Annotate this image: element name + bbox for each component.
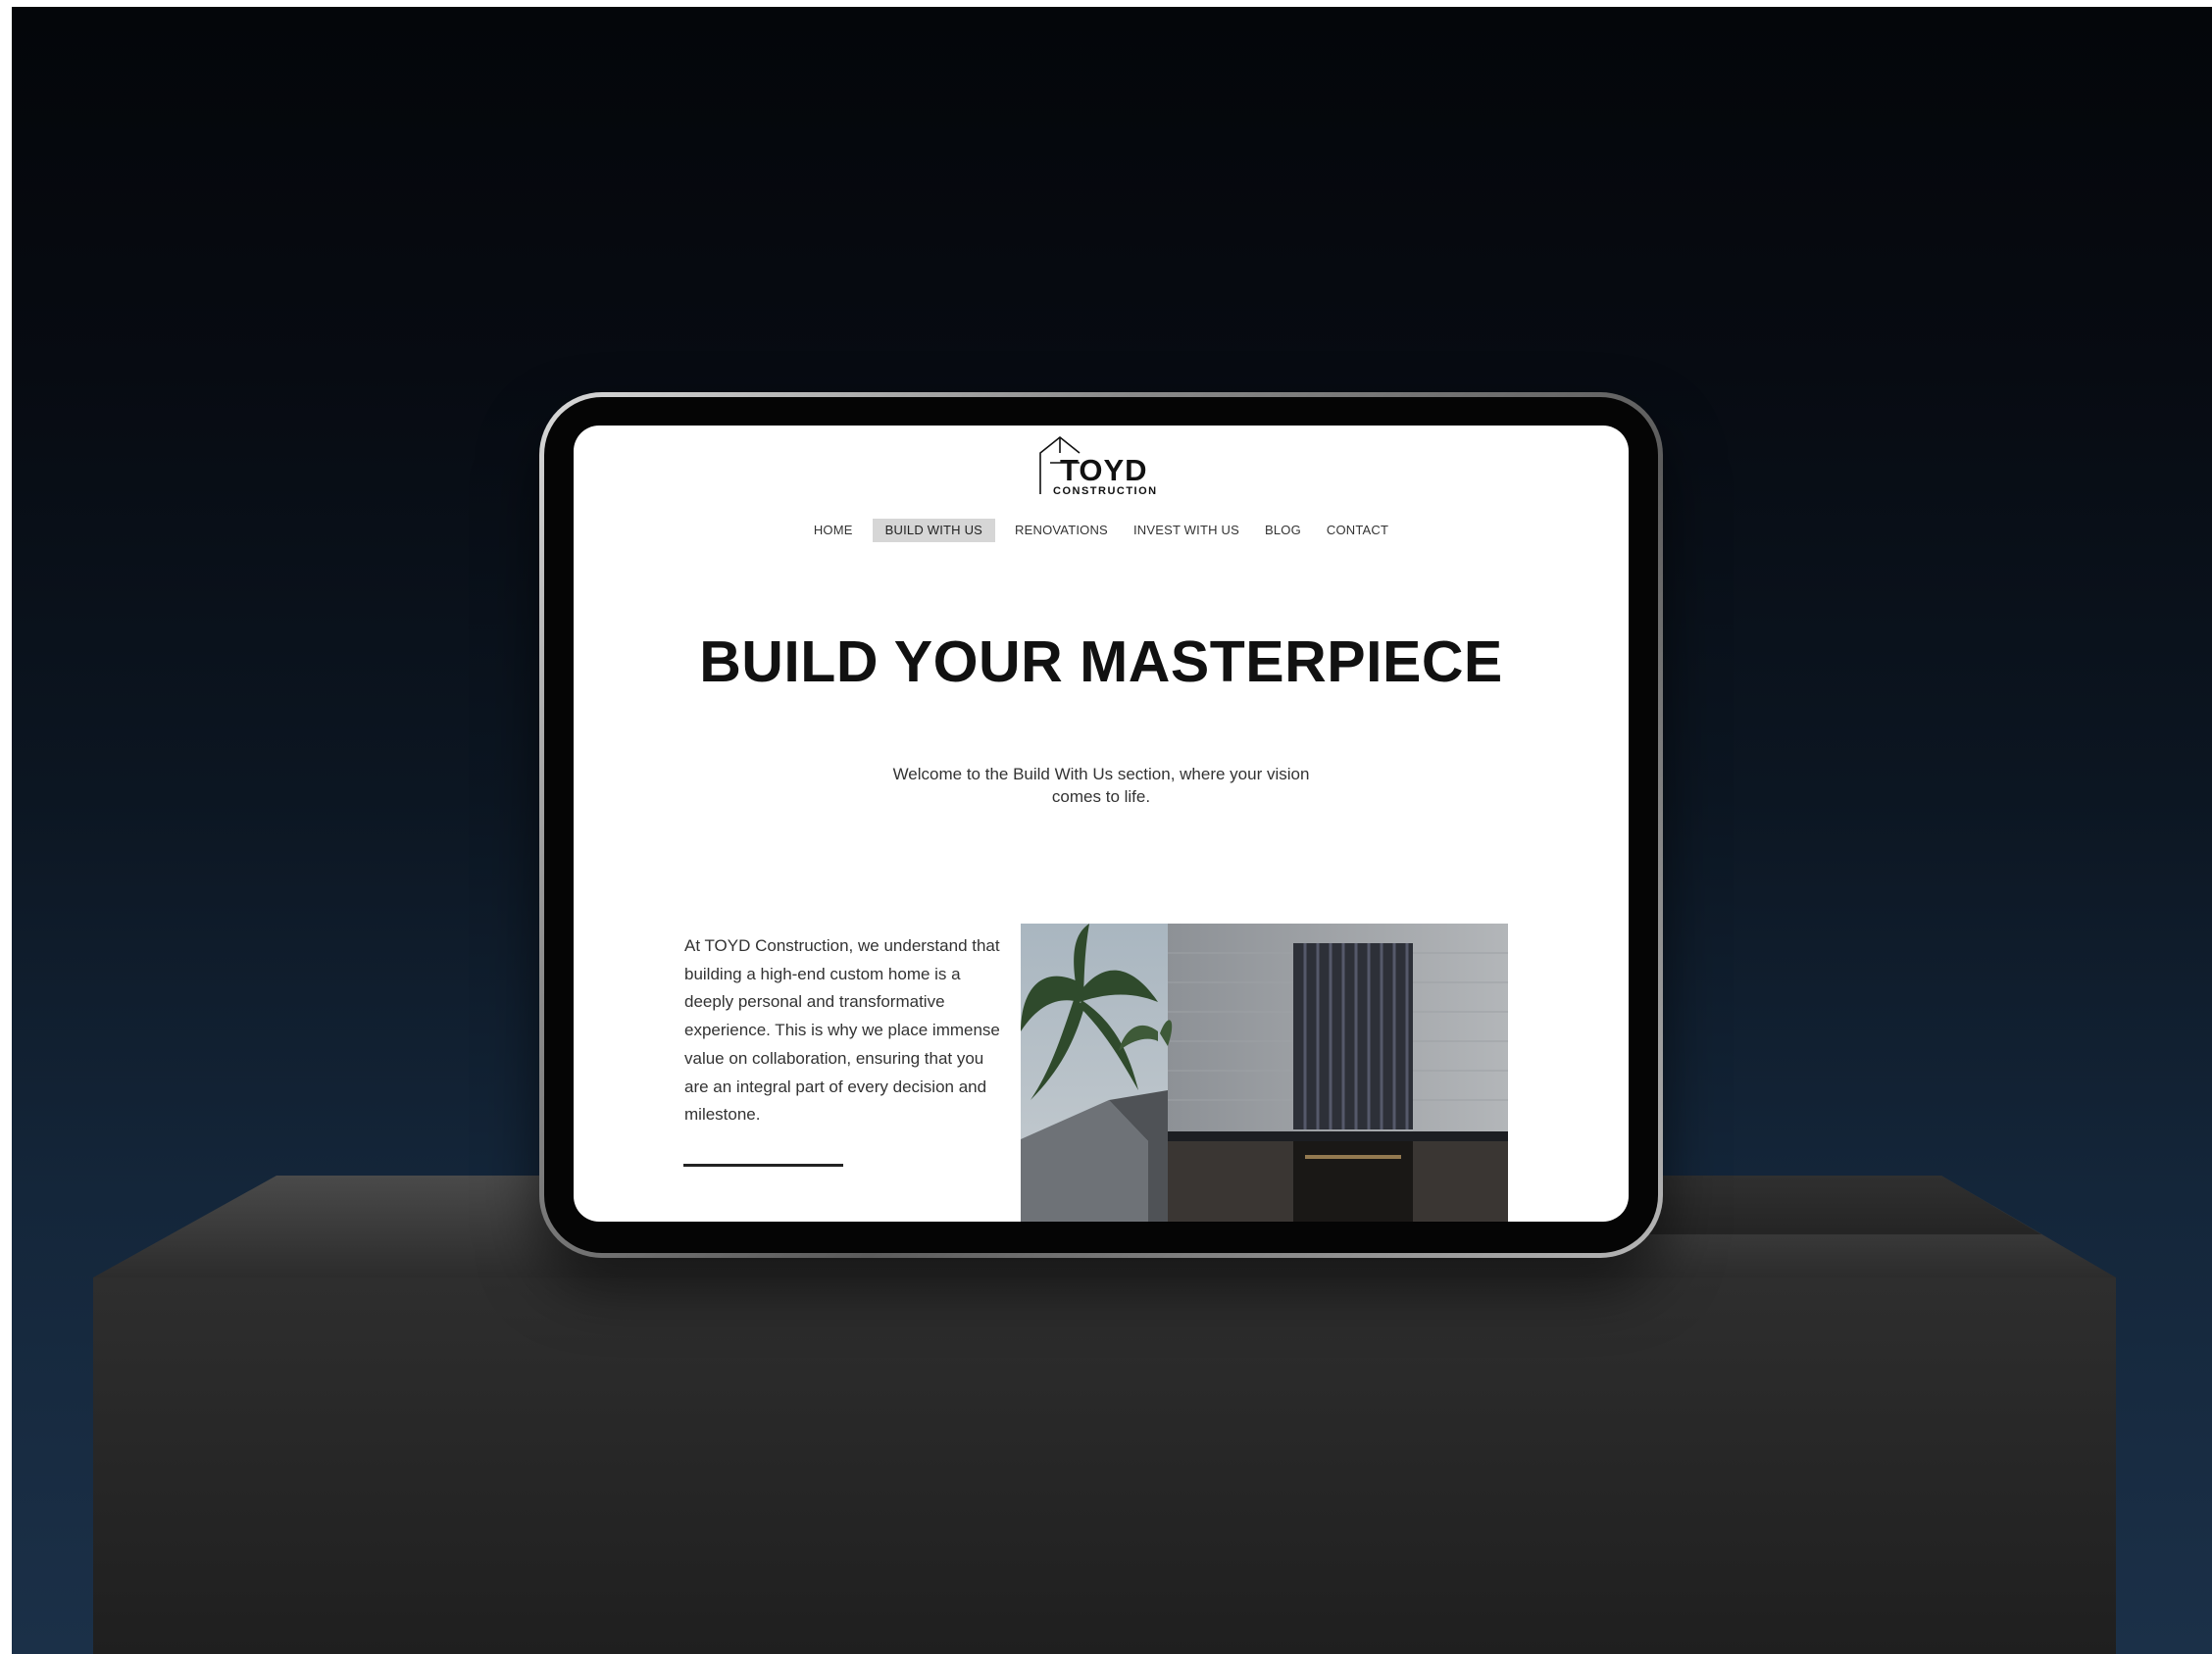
pedestal-front: [93, 1278, 2116, 1654]
nav-invest-with-us[interactable]: INVEST WITH US: [1128, 519, 1245, 542]
logo-tagline: CONSTRUCTION: [1053, 485, 1158, 497]
nav-contact[interactable]: CONTACT: [1321, 519, 1394, 542]
site-logo[interactable]: TOYD CONSTRUCTION: [1036, 435, 1164, 497]
hero-title: BUILD YOUR MASTERPIECE: [699, 629, 1503, 694]
nav-build-with-us[interactable]: BUILD WITH US: [872, 519, 996, 542]
paragraph-divider: [683, 1164, 843, 1167]
about-paragraph: At TOYD Construction, we understand that…: [684, 936, 1000, 1125]
hero-intro: Welcome to the Build With Us section, wh…: [892, 765, 1310, 806]
website-screen: TOYD CONSTRUCTION HOME BUILD WITH US REN…: [574, 426, 1629, 1222]
nav-blog[interactable]: BLOG: [1259, 519, 1307, 542]
main-navigation: HOME BUILD WITH US RENOVATIONS INVEST WI…: [574, 519, 1629, 542]
nav-home[interactable]: HOME: [808, 519, 859, 542]
house-photo: [1021, 924, 1508, 1222]
logo-wordmark: TOYD: [1060, 453, 1148, 487]
nav-renovations[interactable]: RENOVATIONS: [1009, 519, 1114, 542]
